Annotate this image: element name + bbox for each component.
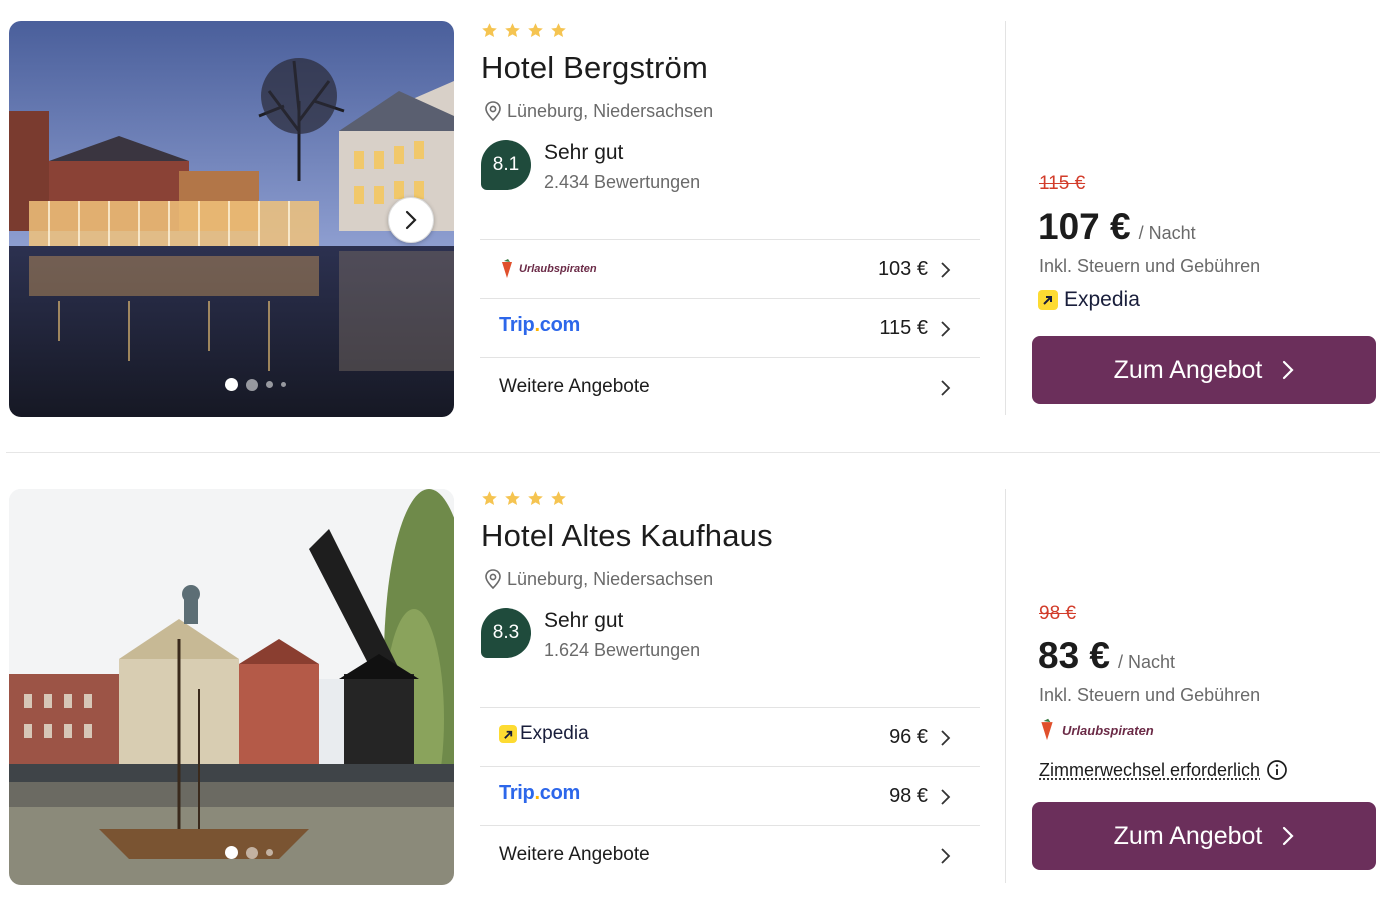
chevron-right-icon	[941, 848, 951, 864]
pagination-dot[interactable]	[246, 846, 258, 859]
star-icon	[482, 491, 497, 505]
provider-logo: Trip.com	[499, 314, 580, 337]
chevron-right-icon	[941, 730, 951, 746]
price-value: 83 €	[1038, 635, 1111, 676]
pagination-dot[interactable]	[246, 378, 258, 391]
view-deal-button[interactable]: Zum Angebot	[1032, 336, 1376, 404]
rating-label: Sehr gut	[544, 141, 624, 164]
room-change-notice[interactable]: Zimmerwechsel erforderlich	[1039, 759, 1288, 781]
star-icon	[505, 491, 520, 505]
chevron-right-icon	[1283, 360, 1294, 380]
chevron-right-icon	[941, 262, 951, 278]
location-text: Lüneburg, Niedersachsen	[507, 100, 714, 121]
chevron-right-icon	[941, 789, 951, 805]
info-icon[interactable]	[1266, 759, 1288, 781]
pagination-dot[interactable]	[266, 381, 273, 388]
column-divider	[1005, 489, 1006, 883]
pagination-dot[interactable]	[281, 382, 286, 387]
offer-price: 103 €	[877, 258, 928, 280]
star-icon	[528, 23, 543, 37]
hotel-photo[interactable]	[9, 489, 454, 885]
location-pin-icon	[485, 569, 501, 590]
hotel-name[interactable]: Hotel Bergström	[481, 50, 708, 86]
provider-name: Urlaubspiraten	[519, 263, 597, 275]
original-price: 98 €	[1039, 603, 1076, 624]
chevron-right-icon	[941, 380, 951, 396]
per-night-label: / Nacht	[1118, 652, 1176, 672]
price-value: 107 €	[1038, 206, 1131, 247]
more-offers-label: Weitere Angebote	[499, 844, 650, 865]
card-divider	[6, 452, 1380, 453]
offer-list: Urlaubspiraten 103 € Trip.com 115 € Weit…	[480, 239, 980, 416]
offer-price: 115 €	[879, 317, 928, 339]
offer-price: 96 €	[889, 726, 928, 748]
hotel-card[interactable]: Hotel Bergström Lüneburg, Niedersachsen …	[0, 0, 1398, 440]
hotel-location: Lüneburg, Niedersachsen	[483, 100, 713, 122]
provider-name: Expedia	[520, 723, 589, 744]
current-price: 107 € / Nacht	[1038, 206, 1196, 248]
star-icon	[551, 23, 566, 37]
next-photo-button[interactable]	[388, 197, 434, 243]
photo-pagination	[225, 378, 286, 391]
expedia-logo-icon	[1038, 290, 1058, 310]
review-count[interactable]: 2.434 Bewertungen	[544, 172, 700, 193]
offer-row-expedia[interactable]: Expedia 96 €	[480, 707, 980, 766]
provider-logo: Trip.com	[499, 782, 580, 805]
deal-provider: Urlaubspiraten	[1038, 718, 1154, 742]
offer-row-tripcom[interactable]: Trip.com 115 €	[480, 298, 980, 357]
cta-label: Zum Angebot	[1113, 821, 1263, 850]
more-offers-label: Weitere Angebote	[499, 376, 650, 397]
offer-price: 98 €	[889, 785, 928, 807]
current-price: 83 € / Nacht	[1038, 635, 1175, 677]
taxes-note: Inkl. Steuern und Gebühren	[1039, 256, 1261, 276]
pagination-dot[interactable]	[225, 378, 238, 391]
star-icon	[528, 491, 543, 505]
location-pin-icon	[485, 101, 501, 122]
notice-text: Zimmerwechsel erforderlich	[1039, 759, 1261, 780]
expedia-logo-icon	[499, 725, 517, 743]
review-score-badge: 8.1	[481, 140, 531, 190]
chevron-right-icon	[405, 210, 417, 230]
view-deal-button[interactable]: Zum Angebot	[1032, 802, 1376, 870]
original-price: 115 €	[1039, 173, 1086, 194]
location-text: Lüneburg, Niedersachsen	[507, 568, 714, 589]
pagination-dot[interactable]	[266, 849, 273, 856]
urlaubspiraten-logo-icon	[502, 259, 512, 278]
hotel-photo-image	[9, 489, 454, 885]
chevron-right-icon	[941, 321, 951, 337]
review-count[interactable]: 1.624 Bewertungen	[544, 640, 700, 661]
hotel-location: Lüneburg, Niedersachsen	[483, 568, 713, 590]
urlaubspiraten-logo-icon	[1041, 718, 1053, 741]
hotel-photo[interactable]	[9, 21, 454, 417]
tripcom-logo: Trip.com	[499, 782, 580, 804]
offer-row-tripcom[interactable]: Trip.com 98 €	[480, 766, 980, 825]
tripcom-logo: Trip.com	[499, 314, 580, 336]
offer-row-urlaubspiraten[interactable]: Urlaubspiraten 103 €	[480, 239, 980, 298]
star-icon	[482, 23, 497, 37]
star-rating	[481, 22, 567, 39]
cta-label: Zum Angebot	[1113, 355, 1263, 384]
star-icon	[505, 23, 520, 37]
hotel-card[interactable]: Hotel Altes Kaufhaus Lüneburg, Niedersac…	[0, 468, 1398, 908]
rating-label: Sehr gut	[544, 609, 624, 632]
provider-logo: Urlaubspiraten	[499, 259, 597, 279]
pagination-dot[interactable]	[225, 846, 238, 859]
review-score-badge: 8.3	[481, 608, 531, 658]
taxes-note: Inkl. Steuern und Gebühren	[1039, 685, 1261, 705]
chevron-right-icon	[1283, 826, 1294, 846]
offer-list: Expedia 96 € Trip.com 98 € Weitere Angeb…	[480, 707, 980, 884]
photo-pagination	[225, 846, 273, 859]
star-rating	[481, 490, 567, 507]
hotel-name[interactable]: Hotel Altes Kaufhaus	[481, 518, 773, 554]
provider-logo: Expedia	[499, 723, 589, 745]
star-icon	[551, 491, 566, 505]
more-offers-row[interactable]: Weitere Angebote	[480, 357, 980, 416]
per-night-label: / Nacht	[1138, 223, 1196, 243]
deal-provider: Expedia	[1038, 288, 1140, 312]
more-offers-row[interactable]: Weitere Angebote	[480, 825, 980, 884]
provider-name: Expedia	[1064, 288, 1140, 311]
column-divider	[1005, 21, 1006, 415]
provider-name: Urlaubspiraten	[1062, 722, 1154, 738]
